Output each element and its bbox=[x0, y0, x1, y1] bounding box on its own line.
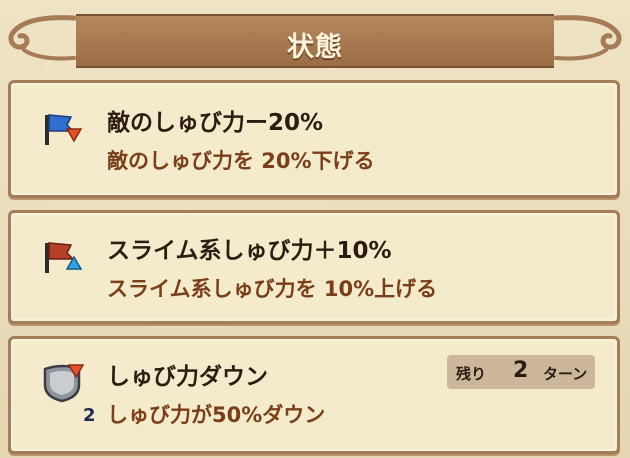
effect-title: しゅび力ダウン bbox=[107, 364, 268, 390]
turns-label-prefix: 残り bbox=[456, 365, 487, 383]
shield-down-arrow-icon bbox=[41, 359, 85, 403]
red-flag-up-arrow-icon bbox=[41, 237, 85, 277]
effect-description: しゅび力が50%ダウン bbox=[107, 403, 326, 427]
header-bar: 状態 bbox=[76, 14, 554, 68]
ornament-right-icon bbox=[553, 15, 622, 61]
turns-count: 2 bbox=[513, 358, 529, 383]
effect-title: 敵のしゅび力ー20% bbox=[107, 110, 324, 136]
ornament-left-icon bbox=[8, 15, 77, 61]
effect-title: スライム系しゅび力＋10% bbox=[107, 238, 392, 264]
effect-description: 敵のしゅび力を 20%下げる bbox=[107, 149, 375, 173]
status-effect-row: スライム系しゅび力＋10% スライム系しゅび力を 10%上げる bbox=[8, 210, 620, 324]
effect-description: スライム系しゅび力を 10%上げる bbox=[107, 277, 438, 301]
turns-remaining-badge: 残り 2 ターン bbox=[447, 355, 595, 389]
stack-count: 2 bbox=[83, 405, 96, 426]
status-window: 状態 敵のしゅび力ー20% 敵のしゅび力を 20%下げる スライム系しゅび力＋1… bbox=[0, 0, 630, 458]
turns-label-suffix: ターン bbox=[543, 365, 588, 383]
status-effect-row: 2 しゅび力ダウン しゅび力が50%ダウン 残り 2 ターン bbox=[8, 336, 620, 454]
status-effect-row: 敵のしゅび力ー20% 敵のしゅび力を 20%下げる bbox=[8, 80, 620, 198]
blue-flag-down-arrow-icon bbox=[41, 109, 85, 149]
page-title: 状態 bbox=[287, 32, 343, 63]
